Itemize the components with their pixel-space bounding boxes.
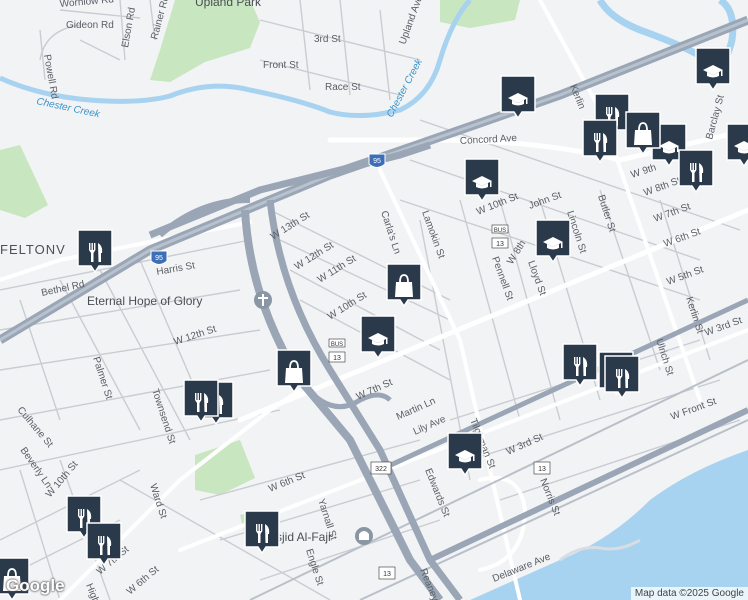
svg-text:13: 13: [538, 466, 546, 473]
area-label-upland-park: Upland Park: [195, 0, 262, 9]
svg-text:13: 13: [333, 355, 341, 362]
school-pin[interactable]: [500, 75, 536, 120]
place-label: Eternal Hope of Glory: [87, 294, 202, 308]
svg-text:13: 13: [496, 241, 504, 248]
svg-text:322: 322: [375, 466, 387, 473]
svg-text:BUS: BUS: [494, 228, 506, 234]
map-attribution[interactable]: Map data ©2025 Google: [630, 587, 748, 600]
school-pin[interactable]: [447, 432, 483, 477]
restaurant-pin[interactable]: [678, 149, 714, 194]
shopping-pin[interactable]: [625, 111, 661, 156]
restaurant-pin[interactable]: [604, 355, 640, 400]
svg-text:Race St: Race St: [325, 82, 361, 93]
map-canvas[interactable]: Upland Park FELTONV Chester Creek Cheste…: [0, 0, 748, 600]
school-pin[interactable]: [360, 315, 396, 360]
restaurant-pin[interactable]: [244, 510, 280, 555]
school-pin[interactable]: [464, 158, 500, 203]
school-pin[interactable]: [726, 123, 748, 168]
svg-text:95: 95: [155, 255, 163, 262]
restaurant-pin[interactable]: [77, 229, 113, 274]
svg-text:95: 95: [373, 158, 381, 165]
svg-text:3rd St: 3rd St: [314, 34, 341, 45]
restaurant-pin[interactable]: [183, 379, 219, 424]
svg-text:13: 13: [383, 571, 391, 578]
area-label-feltonville: FELTONV: [0, 242, 66, 257]
svg-text:BUS: BUS: [331, 342, 343, 348]
restaurant-pin[interactable]: [582, 119, 618, 164]
shopping-pin[interactable]: [276, 349, 312, 394]
svg-text:Gideon Rd: Gideon Rd: [66, 20, 114, 31]
shopping-pin[interactable]: [386, 263, 422, 308]
restaurant-pin[interactable]: [86, 522, 122, 567]
school-pin[interactable]: [695, 47, 731, 92]
svg-text:Front St: Front St: [263, 60, 299, 71]
school-pin[interactable]: [535, 219, 571, 264]
google-logo: Google: [6, 576, 65, 595]
restaurant-pin[interactable]: [562, 343, 598, 388]
place-masjid-al-fajr[interactable]: sjid Al-Fajr: [276, 527, 373, 545]
place-label: sjid Al-Fajr: [276, 530, 332, 544]
